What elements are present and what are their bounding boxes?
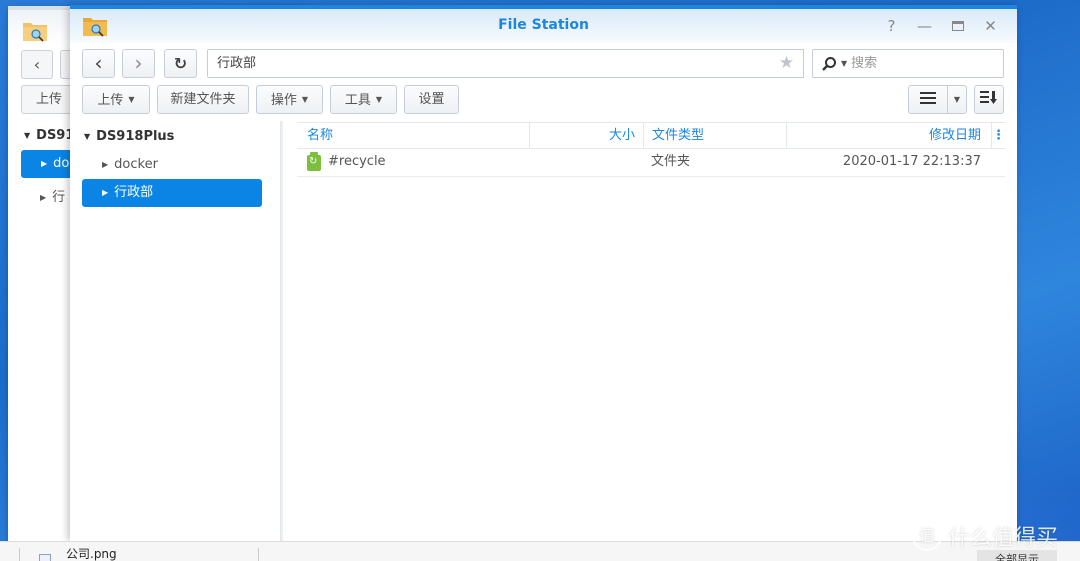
tree-item-xingzhengbu[interactable]: ▶ 行政部: [82, 179, 262, 207]
maximize-icon[interactable]: [941, 15, 974, 37]
sort-button[interactable]: [974, 85, 1004, 114]
view-dropdown-button[interactable]: ▼: [947, 85, 967, 114]
search-dropdown-icon[interactable]: ▼: [841, 50, 847, 77]
collapse-icon[interactable]: ▼: [84, 132, 90, 141]
column-header-type[interactable]: 文件类型: [643, 123, 786, 149]
chevron-down-icon: ▼: [301, 95, 309, 104]
watermark-logo-icon: 值: [912, 521, 942, 551]
column-header-name[interactable]: 名称: [307, 123, 527, 149]
navigation-bar: ‹ › ↻ 行政部 ★ ▼ 搜索: [70, 47, 1017, 79]
path-field[interactable]: 行政部: [207, 49, 804, 78]
image-file-icon: [39, 554, 51, 561]
background-back-button[interactable]: ‹: [21, 50, 53, 79]
column-header-size[interactable]: 大小: [529, 123, 643, 149]
list-header: 名称 大小 文件类型 修改日期 ⋮: [297, 122, 1005, 149]
watermark-text: 什么值得买: [948, 526, 1059, 551]
recycle-bin-icon: [307, 152, 321, 171]
file-station-icon: [23, 23, 47, 42]
search-placeholder: 搜索: [851, 56, 878, 71]
column-header-modified[interactable]: 修改日期: [786, 123, 991, 149]
forward-button[interactable]: ›: [122, 49, 155, 78]
background-tree-root[interactable]: ▼ DS91: [24, 128, 74, 143]
expand-icon[interactable]: ▶: [102, 160, 108, 169]
path-text: 行政部: [217, 56, 257, 71]
back-button[interactable]: ‹: [82, 49, 115, 78]
file-list: 名称 大小 文件类型 修改日期 ⋮ #recycle 文件夹 2020-01-1…: [297, 122, 1005, 177]
file-size: [529, 149, 643, 175]
search-input[interactable]: ▼ 搜索: [812, 49, 1004, 78]
file-row[interactable]: #recycle 文件夹 2020-01-17 22:13:37: [297, 149, 1005, 177]
settings-button[interactable]: 设置: [404, 85, 459, 114]
column-options-icon[interactable]: ⋮: [991, 123, 1005, 149]
file-name: #recycle: [328, 154, 386, 169]
new-folder-button[interactable]: 新建文件夹: [157, 85, 249, 114]
chevron-down-icon: ▼: [375, 95, 383, 104]
action-button[interactable]: 操作 ▼: [256, 85, 323, 114]
search-icon[interactable]: [821, 56, 837, 72]
favorite-star-icon[interactable]: ★: [770, 49, 804, 78]
file-station-window: File Station ? — ✕ ‹ › ↻ 行政部 ★ ▼ 搜索 上传 ▼ …: [70, 5, 1017, 541]
divider: [258, 548, 259, 561]
help-icon[interactable]: ?: [875, 15, 908, 37]
list-view-icon: [920, 92, 936, 104]
window-controls: ? — ✕: [875, 15, 1007, 37]
sort-icon: [980, 91, 997, 104]
chevron-down-icon: ▼: [128, 95, 135, 104]
expand-icon[interactable]: ▶: [102, 188, 108, 197]
action-toolbar: 上传 ▼ 新建文件夹 操作 ▼ 工具 ▼ 设置 ▼: [70, 85, 1017, 117]
minimize-icon[interactable]: —: [908, 15, 941, 37]
list-view-button[interactable]: [908, 85, 948, 114]
titlebar[interactable]: File Station ? — ✕: [70, 9, 1017, 43]
tree-item-docker[interactable]: ▶ docker: [82, 151, 262, 179]
watermark: 值 什么值得买: [912, 520, 1058, 552]
download-file-name[interactable]: 公司.png: [66, 545, 117, 561]
background-tree-item[interactable]: ▶ 行: [40, 186, 65, 205]
chevron-down-icon: ▼: [953, 95, 961, 104]
tree-root-ds918plus[interactable]: ▼ DS918Plus: [84, 129, 174, 144]
folder-tree: ▼ DS918Plus ▶ docker ▶ 行政部: [70, 121, 283, 541]
file-modified-date: 2020-01-17 22:13:37: [842, 154, 981, 169]
tools-button[interactable]: 工具 ▼: [330, 85, 397, 114]
file-type: 文件夹: [651, 154, 691, 169]
divider: [19, 548, 20, 561]
upload-button[interactable]: 上传 ▼: [82, 85, 150, 114]
close-icon[interactable]: ✕: [974, 15, 1007, 37]
refresh-button[interactable]: ↻: [164, 49, 197, 78]
